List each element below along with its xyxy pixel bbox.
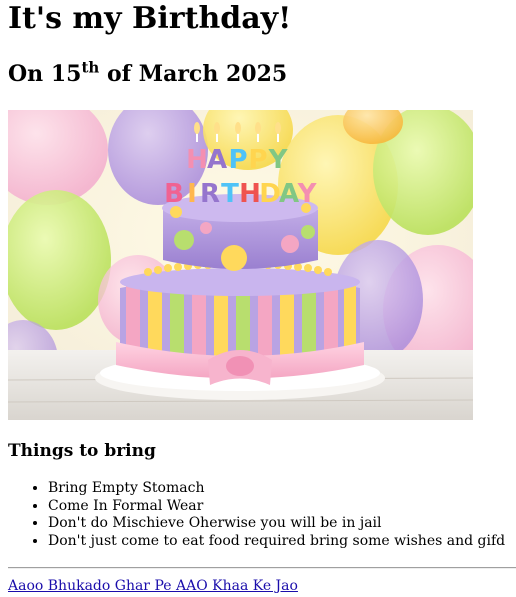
svg-text:Y: Y bbox=[268, 145, 289, 175]
candle-letter-i: I bbox=[187, 179, 197, 209]
things-list: Bring Empty Stomach Come In Formal Wear … bbox=[8, 480, 505, 550]
candle-letter-b: B bbox=[164, 179, 184, 209]
candle-letter-r: R bbox=[200, 179, 220, 209]
candle-letter-t: T bbox=[221, 179, 239, 209]
svg-text:P: P bbox=[228, 145, 247, 175]
footer-link[interactable]: Aaoo Bhukado Ghar Pe AAO Khaa Ke Jao bbox=[8, 577, 298, 595]
svg-text:H: H bbox=[186, 145, 208, 175]
svg-text:P: P bbox=[248, 145, 267, 175]
list-item: Come In Formal Wear bbox=[48, 498, 505, 516]
date-ordinal: th bbox=[81, 58, 100, 77]
svg-text:A: A bbox=[207, 145, 227, 175]
divider bbox=[8, 567, 516, 569]
candle-letter-d: D bbox=[259, 179, 281, 209]
things-heading: Things to bring bbox=[8, 441, 156, 461]
birthday-cake-image: H A P P Y B I R T H D A Y bbox=[8, 110, 473, 420]
candle-letter-y2: Y bbox=[297, 179, 318, 209]
date-prefix: On 15 bbox=[8, 61, 82, 87]
page-title: It's my Birthday! bbox=[8, 1, 292, 36]
list-item: Don't do Mischieve Oherwise you will be … bbox=[48, 515, 505, 533]
candle-letter-a2: A bbox=[279, 179, 299, 209]
list-item: Bring Empty Stomach bbox=[48, 480, 505, 498]
date-rest: of March 2025 bbox=[99, 61, 288, 87]
list-item: Don't just come to eat food required bri… bbox=[48, 533, 505, 551]
date-heading: On 15th of March 2025 bbox=[8, 59, 287, 89]
candle-letter-h2: H bbox=[239, 179, 261, 209]
